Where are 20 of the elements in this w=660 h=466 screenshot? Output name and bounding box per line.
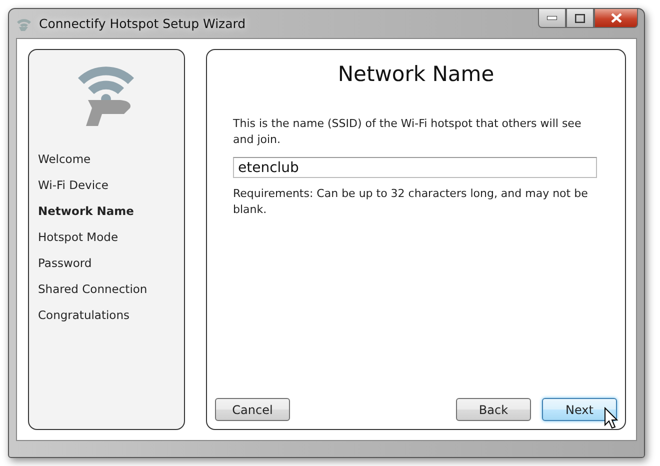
step-item: Congratulations xyxy=(38,307,130,324)
step-item: Shared Connection xyxy=(38,281,148,298)
close-button[interactable] xyxy=(594,9,638,28)
step-item: Password xyxy=(38,255,93,272)
step-item: Wi-Fi Device xyxy=(38,177,110,194)
page-heading: Network Name xyxy=(336,62,496,86)
step-item: Hotspot Mode xyxy=(38,229,120,246)
step-item: Network Name xyxy=(38,203,135,220)
close-icon xyxy=(610,13,622,23)
step-item: Welcome xyxy=(38,151,92,168)
back-button[interactable]: Back xyxy=(456,398,531,421)
minimize-icon xyxy=(547,16,557,20)
ssid-field[interactable]: etenclub xyxy=(233,157,597,178)
minimize-button[interactable] xyxy=(538,9,566,28)
maximize-button[interactable] xyxy=(566,9,594,28)
cancel-button[interactable]: Cancel xyxy=(215,398,290,421)
window-title: Connectify Hotspot Setup Wizard xyxy=(39,16,246,31)
description-text: This is the name (SSID) of the Wi-Fi hotspot that others will see and join. xyxy=(233,116,582,148)
maximize-icon xyxy=(575,14,585,22)
requirements-text: Requirements: Can be up to 32 characters long, and may not be blank. xyxy=(233,186,589,218)
